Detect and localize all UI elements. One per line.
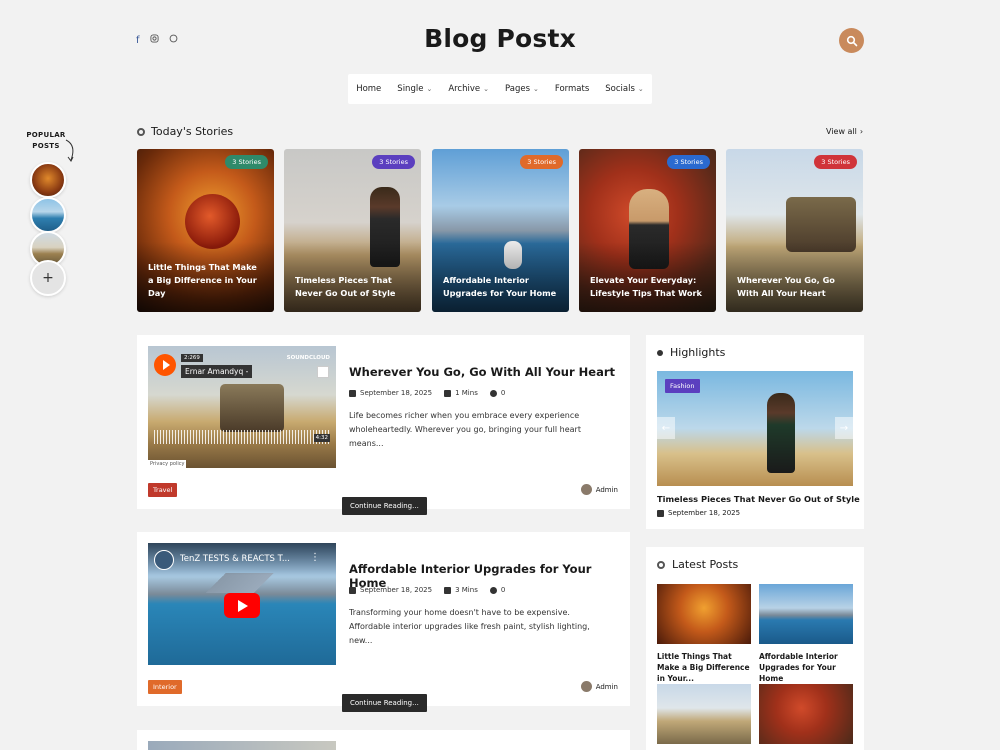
post-thumbnail[interactable] [148,741,336,750]
latest-posts-header: Latest Posts [657,558,738,571]
story-title: Wherever You Go, Go With All Your Heart [737,275,835,298]
story-card[interactable]: 3 Stories Elevate Your Everyday: Lifesty… [579,149,716,312]
nav-home[interactable]: Home [356,84,381,94]
nav-formats[interactable]: Formats [555,84,589,94]
play-button[interactable] [154,354,176,376]
chevron-down-icon: ⌄ [483,85,489,93]
search-button[interactable] [839,28,864,53]
privacy-policy-link[interactable]: Privacy policy [148,460,187,468]
main-nav: Home Single ⌄ Archive ⌄ Pages ⌄ Formats Soc… [348,74,652,104]
soundcloud-embed[interactable]: 2:269 Ernar Amandyq - SOUNDCLOUD 4:32 Pr… [148,346,336,468]
story-badge: 3 Stories [372,155,415,169]
channel-avatar[interactable] [154,550,174,570]
post-card: TenZ TESTS & REACTS T... ⋮ Affordable In… [137,532,630,712]
video-title[interactable]: TenZ TESTS & REACTS T... [180,554,290,564]
latest-posts-widget: Latest Posts Little Things That Make a B… [646,547,864,750]
comment-icon [489,389,497,397]
popular-post-thumb[interactable] [30,162,66,198]
read-time-icon [444,389,452,397]
nav-archive[interactable]: Archive ⌄ [448,84,489,94]
chevron-down-icon: ⌄ [637,85,644,93]
story-badge: 3 Stories [225,155,268,169]
popular-post-thumb[interactable] [30,197,66,233]
play-button[interactable] [224,593,260,618]
curved-arrow-icon [65,139,74,162]
story-badge: 3 Stories [667,155,710,169]
track-duration: 4:32 [313,434,330,442]
nav-single[interactable]: Single ⌄ [397,84,432,94]
bullet-icon [657,560,665,569]
latest-post-item[interactable] [759,684,853,744]
highlights-header: Highlights [657,346,725,359]
latest-post-title[interactable]: Affordable Interior Upgrades for Your Ho… [759,651,853,684]
post-excerpt: Transforming your home doesn't have to b… [349,608,590,645]
category-badge[interactable]: Interior [148,680,182,694]
continue-reading-button[interactable]: Continue Reading... [342,694,427,712]
read-time-icon [444,586,452,594]
add-popular-button[interactable]: + [30,260,66,296]
story-badge: 3 Stories [814,155,857,169]
story-title: Little Things That Make a Big Difference… [148,262,257,298]
story-card[interactable]: 3 Stories Affordable Interior Upgrades f… [432,149,569,312]
latest-post-thumbnail[interactable] [759,584,853,644]
story-title: Elevate Your Everyday: Lifestyle Tips Th… [590,275,702,298]
highlights-widget: Highlights Fashion ← → Timeless Pieces T… [646,335,864,529]
nav-socials[interactable]: Socials ⌄ [605,84,644,94]
latest-post-thumbnail[interactable] [657,584,751,644]
popular-posts-label: POPULAR POSTS [26,131,66,150]
latest-post-item[interactable]: Little Things That Make a Big Difference… [657,584,751,684]
chevron-down-icon: ⌄ [426,85,433,93]
track-name: Ernar Amandyq - [181,365,253,378]
post-title[interactable]: Wherever You Go, Go With All Your Heart [349,365,615,379]
bullet-icon [657,349,663,356]
highlight-image[interactable]: Fashion ← → [657,371,853,486]
next-arrow-icon[interactable]: → [835,417,853,439]
stories-title: Today's Stories [151,125,234,138]
stories-header: Today's Stories [137,125,233,138]
latest-post-item[interactable] [657,684,751,744]
category-badge[interactable]: Fashion [665,379,700,393]
more-options-icon[interactable]: ⋮ [310,552,320,563]
track-time: 2:269 [181,354,203,362]
avatar [580,484,592,495]
highlight-title[interactable]: Timeless Pieces That Never Go Out of Sty… [657,494,860,504]
story-badge: 3 Stories [520,155,563,169]
avatar [580,681,592,692]
latest-post-thumbnail[interactable] [759,684,853,744]
story-title: Affordable Interior Upgrades for Your Ho… [443,275,557,298]
continue-reading-button[interactable]: Continue Reading... [342,497,427,515]
share-icon[interactable] [317,366,329,378]
bullet-icon [137,127,145,136]
youtube-embed[interactable]: TenZ TESTS & REACTS T... ⋮ [148,543,336,665]
post-author[interactable]: Admin [580,681,618,692]
category-badge[interactable]: Travel [148,483,178,497]
story-card[interactable]: 3 Stories Little Things That Make a Big … [137,149,274,312]
post-meta: September 18, 2025 1 Mins 0 [349,389,505,397]
latest-post-title[interactable]: Little Things That Make a Big Difference… [657,651,751,684]
calendar-icon [657,509,664,517]
chevron-right-icon: › [859,127,864,136]
calendar-icon [349,389,356,397]
comment-icon [489,586,497,594]
story-title: Timeless Pieces That Never Go Out of Sty… [295,275,396,298]
post-author[interactable]: Admin [580,484,618,495]
soundcloud-logo: SOUNDCLOUD [286,355,330,361]
post-excerpt: Life becomes richer when you embrace eve… [349,411,581,448]
latest-post-thumbnail[interactable] [657,684,751,744]
search-icon [846,35,857,46]
story-card[interactable]: 3 Stories Timeless Pieces That Never Go … [284,149,421,312]
post-card [137,730,630,750]
post-meta: September 18, 2025 3 Mins 0 [349,586,505,594]
latest-post-item[interactable]: Affordable Interior Upgrades for Your Ho… [759,584,853,684]
chevron-down-icon: ⌄ [533,85,539,93]
story-card[interactable]: 3 Stories Wherever You Go, Go With All Y… [726,149,863,312]
prev-arrow-icon[interactable]: ← [657,417,675,439]
highlight-date: September 18, 2025 [657,509,740,517]
post-card: 2:269 Ernar Amandyq - SOUNDCLOUD 4:32 Pr… [137,335,630,515]
nav-pages[interactable]: Pages ⌄ [505,84,539,94]
calendar-icon [349,586,356,594]
view-all-link[interactable]: View all › [826,127,863,136]
